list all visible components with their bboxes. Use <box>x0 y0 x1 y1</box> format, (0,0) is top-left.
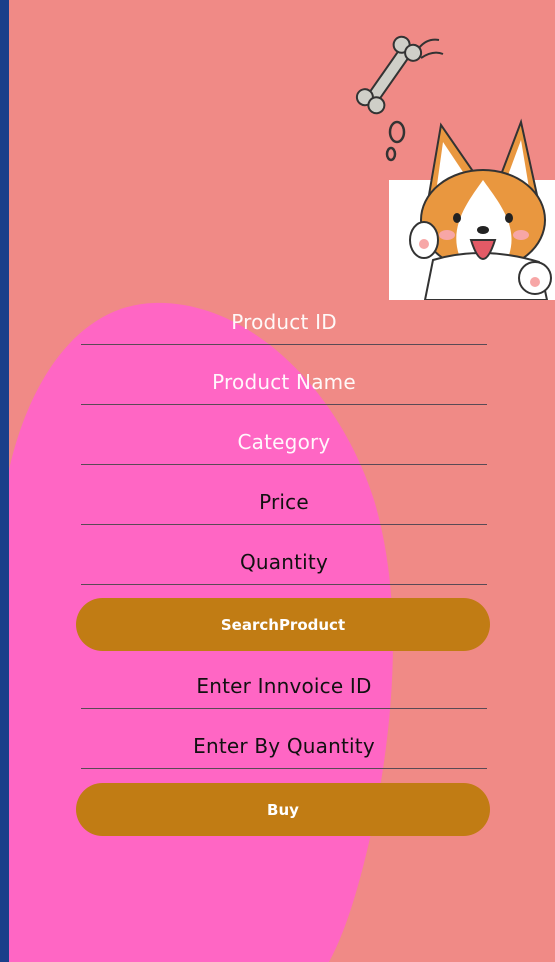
category-field[interactable]: Category <box>81 420 487 465</box>
bone-icon <box>355 35 423 115</box>
buy-quantity-field[interactable]: Enter By Quantity <box>81 724 487 769</box>
price-value: Price <box>259 490 309 514</box>
invoice-id-field[interactable]: Enter Innvoice ID <box>81 664 487 709</box>
product-name-field[interactable]: Product Name <box>81 360 487 405</box>
search-product-label: SearchProduct <box>220 615 346 634</box>
app-screen: Product ID Product Name Category Price Q… <box>9 0 555 962</box>
price-field[interactable]: Price <box>81 480 487 525</box>
buy-label: Buy <box>267 800 299 819</box>
quantity-field[interactable]: Quantity <box>81 540 487 585</box>
product-id-field[interactable]: Product ID <box>81 300 487 345</box>
product-name-placeholder: Product Name <box>212 370 356 394</box>
corgi-with-bone-icon <box>355 35 555 300</box>
quantity-value: Quantity <box>239 550 329 574</box>
buy-button[interactable]: Buy <box>76 783 490 836</box>
buy-quantity-value: Enter By Quantity <box>193 734 375 758</box>
invoice-id-value: Enter Innvoice ID <box>196 674 372 698</box>
search-product-button[interactable]: SearchProduct <box>76 598 490 651</box>
category-placeholder: Category <box>237 430 331 454</box>
product-id-placeholder: Product ID <box>231 310 337 334</box>
